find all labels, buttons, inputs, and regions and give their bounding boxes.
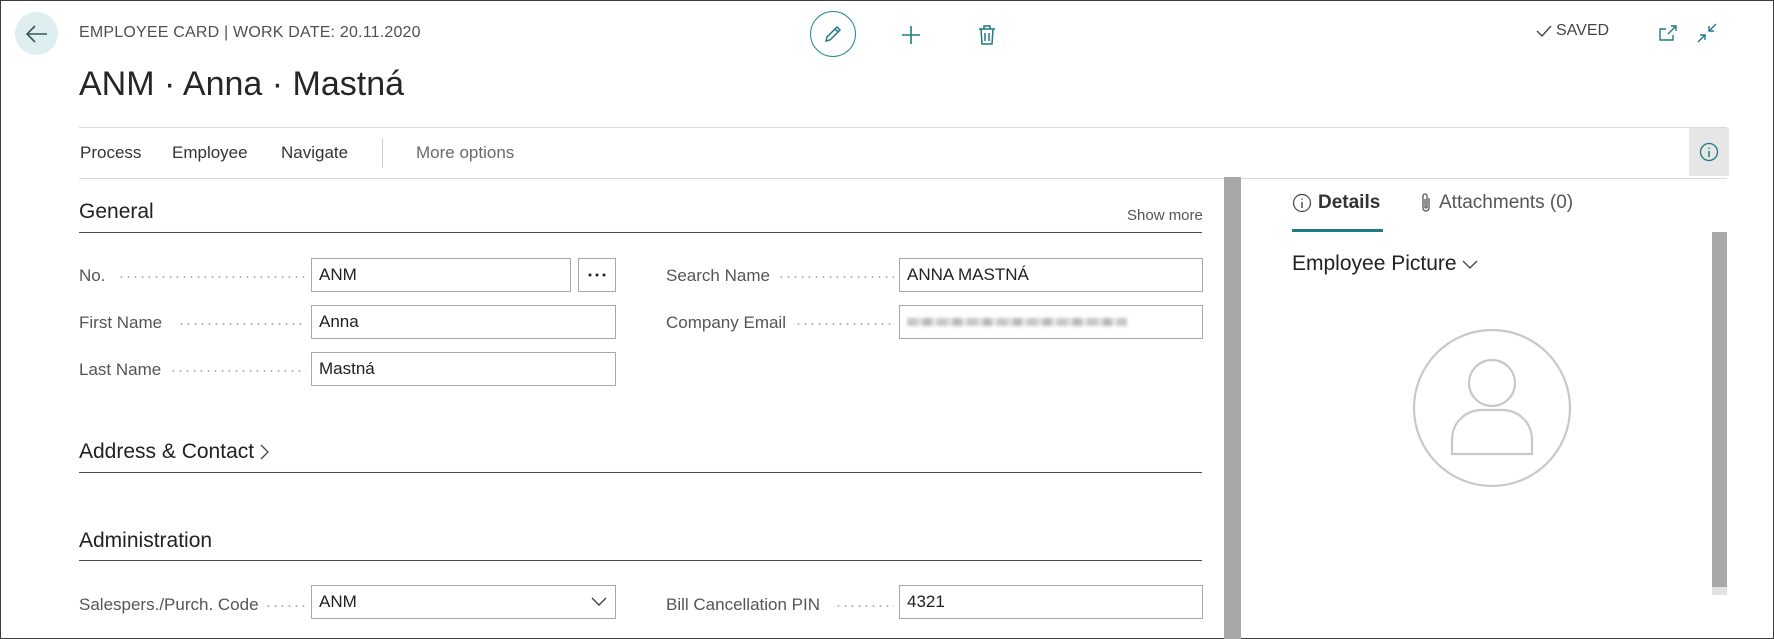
trash-icon <box>979 25 995 45</box>
administration-section-title[interactable]: Administration <box>79 529 212 553</box>
company-email-redacted <box>907 318 1127 326</box>
page-caption: EMPLOYEE CARD | WORK DATE: 20.11.2020 <box>79 24 421 41</box>
company-email-label: Company Email <box>666 313 786 332</box>
search-name-field[interactable]: ANNA MASTNÁ <box>899 258 1203 292</box>
back-button[interactable] <box>15 12 58 55</box>
no-assist-button[interactable] <box>578 258 616 292</box>
factbox-scrollbar[interactable] <box>1712 232 1727 587</box>
arrow-left-icon <box>25 24 47 43</box>
factbox-toggle-button[interactable] <box>1689 128 1729 176</box>
action-navigate[interactable]: Navigate <box>281 143 348 163</box>
salesperson-code-value: ANM <box>319 592 357 611</box>
action-bar: Process Employee Navigate More options <box>79 127 1727 179</box>
administration-divider <box>79 560 1202 561</box>
page-title: ANM · Anna · Mastná <box>79 65 405 103</box>
salesperson-code-label: Salespers./Purch. Code <box>79 595 259 614</box>
last-name-leader-dots <box>170 370 306 372</box>
first-name-field[interactable]: Anna <box>311 305 616 339</box>
employee-picture-header[interactable]: Employee Picture <box>1292 252 1479 276</box>
saved-label: SAVED <box>1556 22 1610 39</box>
ellipsis-icon <box>588 273 606 277</box>
delete-button[interactable] <box>972 20 1002 50</box>
edit-button[interactable] <box>810 11 856 57</box>
collapse-button[interactable] <box>1694 20 1720 46</box>
collapse-arrows-icon <box>1697 23 1717 43</box>
new-button[interactable] <box>896 20 926 50</box>
last-name-label: Last Name <box>79 360 162 379</box>
company-email-leader-dots <box>795 323 894 325</box>
action-process[interactable]: Process <box>80 143 141 163</box>
main-scrollbar[interactable] <box>1224 177 1241 639</box>
tab-details-label: Details <box>1318 192 1381 213</box>
chevron-down-icon <box>1462 260 1478 269</box>
saved-status: SAVED <box>1536 22 1609 40</box>
general-section-divider <box>79 232 1202 233</box>
pencil-icon <box>824 25 842 43</box>
factbox-scrollbar-track <box>1712 587 1727 595</box>
action-separator <box>382 138 383 168</box>
general-section-title[interactable]: General <box>79 200 154 224</box>
last-name-field[interactable]: Mastná <box>311 352 616 386</box>
company-email-field[interactable] <box>899 305 1203 339</box>
bill-pin-leader-dots <box>835 605 894 607</box>
search-name-label: Search Name <box>666 266 770 285</box>
open-new-window-button[interactable] <box>1655 20 1681 46</box>
employee-picture[interactable] <box>1412 328 1572 488</box>
paperclip-icon <box>1422 193 1430 212</box>
tab-attachments[interactable]: Attachments (0) <box>1419 192 1573 214</box>
info-icon <box>1292 193 1312 213</box>
bill-cancellation-pin-field[interactable]: 4321 <box>899 585 1203 619</box>
salesperson-code-select[interactable]: ANM <box>311 585 616 619</box>
chevron-down-icon <box>591 597 607 606</box>
info-icon <box>1699 142 1719 162</box>
checkmark-icon <box>1536 25 1552 38</box>
search-name-leader-dots <box>778 276 894 278</box>
tab-attachments-label: Attachments (0) <box>1439 192 1574 213</box>
salesperson-leader-dots <box>265 605 306 607</box>
address-contact-divider <box>79 472 1202 473</box>
bill-cancellation-pin-label: Bill Cancellation PIN <box>666 595 821 614</box>
action-employee[interactable]: Employee <box>172 143 248 163</box>
open-in-new-window-icon <box>1659 25 1677 41</box>
first-name-leader-dots <box>178 323 306 325</box>
plus-icon <box>902 26 920 44</box>
active-tab-indicator <box>1292 229 1383 232</box>
action-more-options[interactable]: More options <box>416 143 514 163</box>
address-contact-section-title: Address & Contact <box>79 440 255 463</box>
employee-picture-title: Employee Picture <box>1292 252 1457 275</box>
no-label: No. <box>79 266 106 285</box>
first-name-label: First Name <box>79 313 163 332</box>
no-field[interactable]: ANM <box>311 258 571 292</box>
address-contact-section-header[interactable]: Address & Contact <box>79 440 270 464</box>
tab-details[interactable]: Details <box>1292 192 1380 214</box>
show-more-link[interactable]: Show more <box>1127 207 1203 224</box>
no-leader-dots <box>118 276 306 278</box>
chevron-right-icon <box>260 444 270 460</box>
person-placeholder-icon <box>1412 328 1572 488</box>
